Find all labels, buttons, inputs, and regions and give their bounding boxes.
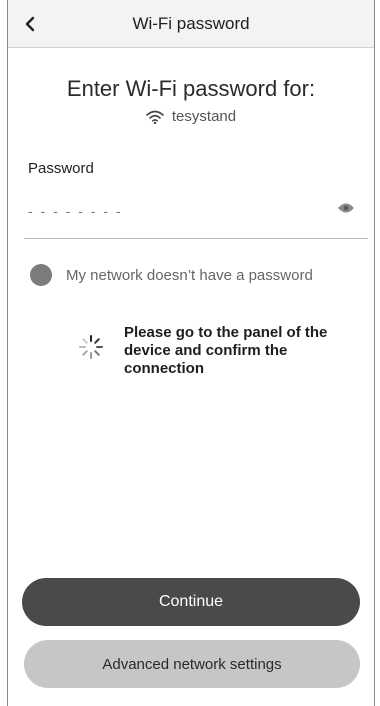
continue-button[interactable]: Continue — [22, 578, 360, 626]
confirmation-notice: Please go to the panel of the device and… — [78, 324, 344, 378]
enter-password-heading: Enter Wi-Fi password for: — [66, 76, 316, 101]
network-info: tesystand — [8, 108, 374, 125]
no-password-label: My network doesn’t have a password — [66, 266, 313, 284]
confirm-message: Please go to the panel of the device and… — [124, 324, 328, 377]
wifi-icon — [146, 110, 164, 124]
no-password-radio[interactable] — [30, 264, 52, 286]
password-label: Password — [28, 160, 94, 177]
spinner-icon — [79, 335, 103, 359]
app-frame: Wi-Fi password Enter Wi-Fi password for:… — [7, 0, 375, 706]
eye-icon — [338, 203, 354, 213]
network-name: tesystand — [171, 108, 237, 125]
top-app-bar: Wi-Fi password — [8, 0, 374, 48]
password-underline — [24, 238, 368, 239]
password-input[interactable] — [28, 198, 328, 224]
page-title: Wi-Fi password — [132, 14, 250, 33]
advanced-network-settings-button[interactable]: Advanced network settings — [24, 640, 360, 688]
no-password-toggle[interactable]: My network doesn’t have a password — [30, 264, 313, 286]
show-password-toggle[interactable] — [336, 200, 356, 216]
